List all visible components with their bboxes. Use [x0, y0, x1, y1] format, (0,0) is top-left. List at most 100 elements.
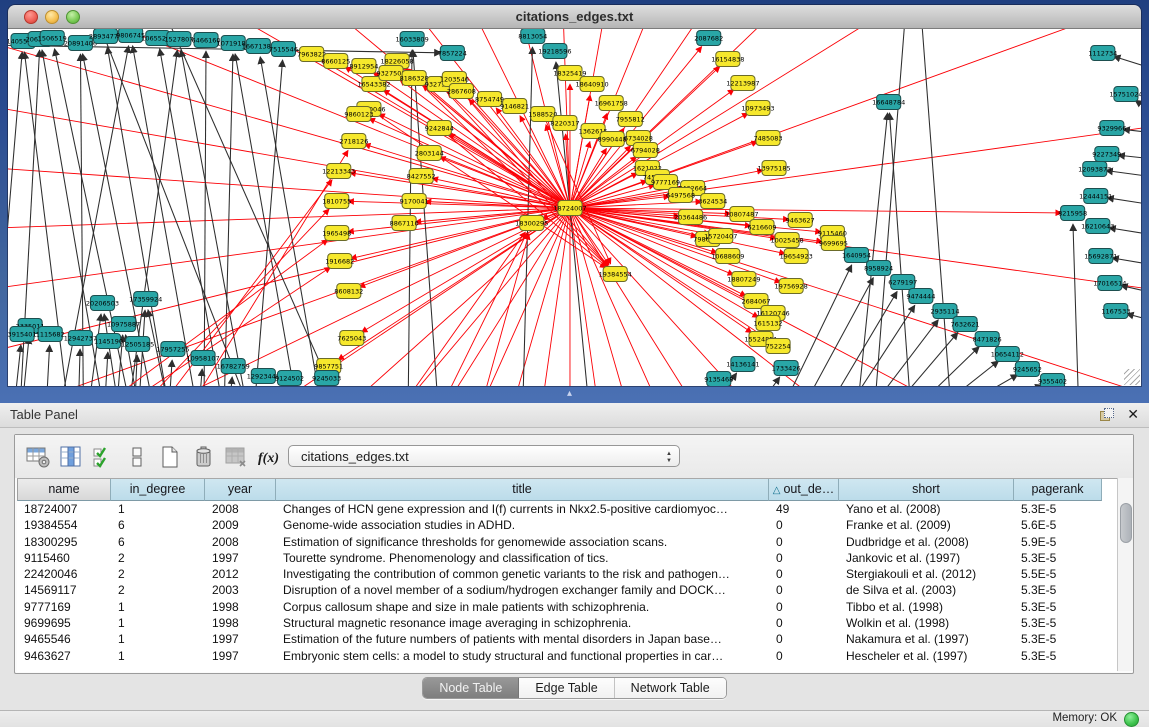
- graph-node-label: 1167533: [1101, 307, 1130, 315]
- table-cell: 1997: [205, 631, 276, 647]
- table-row[interactable]: 977716911998Corpus callosum shape and si…: [17, 599, 1117, 615]
- graph-edge[interactable]: [46, 345, 49, 386]
- close-panel-icon[interactable]: ✕: [1127, 406, 1139, 423]
- graph-edge[interactable]: [889, 113, 910, 386]
- window-titlebar[interactable]: citations_edges.txt: [8, 5, 1141, 29]
- graph-edge[interactable]: [397, 61, 607, 266]
- table-cell: Structural magnetic resonance image aver…: [276, 615, 769, 631]
- column-header-pagerank[interactable]: pagerank: [1014, 479, 1102, 501]
- resize-grip[interactable]: [1124, 369, 1140, 385]
- graph-edge[interactable]: [369, 109, 606, 268]
- table-cell: 5.3E-5: [1014, 582, 1102, 598]
- graph-edge[interactable]: [413, 50, 438, 386]
- graph-edge[interactable]: [981, 385, 1042, 386]
- table-row[interactable]: 1938455462009Genome-wide association stu…: [17, 517, 1117, 533]
- graph-node-label: 8958924: [864, 264, 893, 272]
- graph-node-label: 12942737: [64, 334, 97, 342]
- table-cell: 19384554: [17, 517, 111, 533]
- graph-edge[interactable]: [199, 369, 202, 386]
- status-bar: Memory: OK: [0, 710, 1149, 727]
- column-header-year[interactable]: year: [205, 479, 276, 501]
- table-selector-dropdown[interactable]: citations_edges.txt ▲▼: [288, 445, 680, 467]
- tab-network-table[interactable]: Network Table: [615, 678, 726, 698]
- graph-node-label: 1965498: [322, 229, 351, 237]
- show-columns-icon[interactable]: [58, 444, 84, 470]
- graph-node-label: 16210643: [1081, 222, 1114, 230]
- column-header-title[interactable]: title: [276, 479, 769, 501]
- graph-edge[interactable]: [105, 352, 108, 386]
- table-row[interactable]: 946554611997Estimation of the future num…: [17, 631, 1117, 647]
- table-row[interactable]: 911546021997Tourette syndrome. Phenomeno…: [17, 550, 1117, 566]
- graph-edge[interactable]: [88, 314, 101, 386]
- table-settings-icon[interactable]: [25, 444, 51, 470]
- network-canvas[interactable]: 1405571420631011506519208914062893477198…: [8, 29, 1141, 386]
- graph-node-label: 1640954: [842, 251, 871, 259]
- graph-edge[interactable]: [364, 144, 570, 208]
- splitter-handle[interactable]: ▴: [567, 389, 572, 399]
- table-mode-icon[interactable]: [124, 444, 150, 470]
- graph-edge[interactable]: [570, 208, 752, 333]
- graph-node-label: 18325419: [553, 69, 586, 77]
- tab-node-table[interactable]: Node Table: [423, 678, 519, 698]
- table-row[interactable]: 1872400712008Changes of HCN gene express…: [17, 501, 1117, 517]
- graph-edge[interactable]: [938, 361, 999, 386]
- graph-edge[interactable]: [440, 233, 527, 386]
- graph-node-label: 2867608: [447, 87, 476, 95]
- table-cell: 0: [769, 566, 839, 582]
- graph-node-label: 16033809: [396, 35, 429, 43]
- create-column-icon[interactable]: [157, 444, 183, 470]
- table-cell: 0: [769, 550, 839, 566]
- graph-edge[interactable]: [78, 349, 80, 386]
- graph-edge[interactable]: [1073, 224, 1079, 386]
- graph-node-label: 9135468: [704, 375, 733, 383]
- delete-table-icon[interactable]: [223, 444, 249, 470]
- node-table: namein_degreeyeartitle△out_de…shortpager…: [17, 478, 1117, 672]
- graph-node-label: 1203546: [440, 75, 469, 83]
- graph-edge[interactable]: [160, 49, 223, 386]
- graph-node-label: 1733426: [772, 364, 801, 372]
- graph-edge[interactable]: [921, 29, 951, 386]
- table-cell: 1: [111, 599, 205, 615]
- table-cell: 1: [111, 648, 205, 664]
- graph-edge[interactable]: [14, 345, 21, 386]
- table-row[interactable]: 969969511998Structural magnetic resonanc…: [17, 615, 1117, 631]
- column-header-name[interactable]: name: [17, 479, 111, 501]
- graph-node-label: 3624534: [698, 197, 727, 205]
- graph-edge[interactable]: [159, 29, 322, 368]
- float-panel-icon[interactable]: [1100, 408, 1113, 421]
- column-header-out_de[interactable]: △out_de…: [769, 479, 839, 501]
- graph-edge[interactable]: [1135, 100, 1141, 113]
- graph-edge[interactable]: [1113, 56, 1141, 69]
- table-row[interactable]: 1456911722003Disruption of a novel membe…: [17, 582, 1117, 598]
- table-cell: Tibbo et al. (1998): [839, 599, 1014, 615]
- graph-edge[interactable]: [757, 377, 780, 386]
- graph-node-label: 6794028: [631, 146, 660, 154]
- function-builder-icon[interactable]: f(x): [256, 444, 282, 470]
- column-header-in_degree[interactable]: in_degree: [111, 479, 205, 501]
- table-row[interactable]: 2242004622012Investigating the contribut…: [17, 566, 1117, 582]
- table-cell: Yano et al. (2008): [839, 501, 1014, 517]
- column-header-short[interactable]: short: [839, 479, 1014, 501]
- scrollbar-thumb[interactable]: [1120, 503, 1132, 543]
- graph-node-label: 9355402: [1038, 377, 1067, 385]
- graph-edge[interactable]: [8, 52, 22, 319]
- table-scrollbar[interactable]: [1117, 478, 1133, 671]
- table-cell: 18300295: [17, 534, 111, 550]
- graph-edge[interactable]: [875, 29, 906, 386]
- table-row[interactable]: 1830029562008Estimation of significance …: [17, 534, 1117, 550]
- sort-ascending-icon: △: [773, 485, 781, 496]
- table-cell: 1: [111, 501, 205, 517]
- table-cell: 6: [111, 534, 205, 550]
- graph-edge[interactable]: [481, 234, 529, 386]
- graph-node-label: 16154838: [711, 55, 744, 63]
- graph-edge[interactable]: [958, 375, 1018, 386]
- table-row[interactable]: 946362711997Embryonic stem cells: a mode…: [17, 648, 1117, 664]
- tab-edge-table[interactable]: Edge Table: [519, 678, 614, 698]
- select-columns-icon[interactable]: [91, 444, 117, 470]
- graph-edge[interactable]: [570, 208, 1141, 386]
- network-graph[interactable]: 1405571420631011506519208914062893477198…: [8, 29, 1141, 386]
- graph-edge[interactable]: [229, 377, 232, 386]
- graph-edge[interactable]: [827, 291, 897, 386]
- delete-column-icon[interactable]: [190, 444, 216, 470]
- graph-edge[interactable]: [133, 46, 197, 386]
